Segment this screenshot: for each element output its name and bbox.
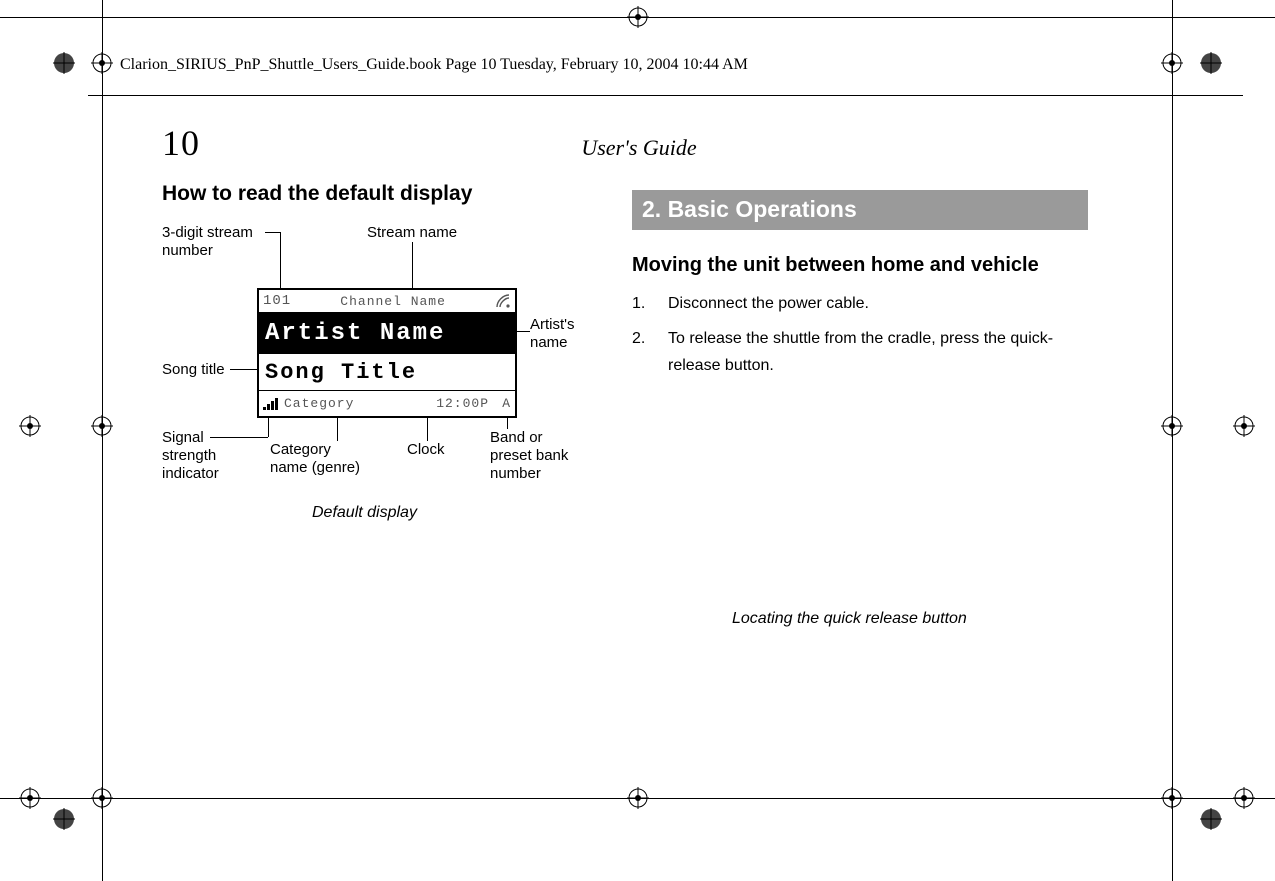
callout-stream-name: Stream name <box>367 224 457 242</box>
registration-disc-icon <box>53 52 75 74</box>
lcd-song: Song Title <box>265 360 417 385</box>
callout-category: Category name (genre) <box>270 441 370 477</box>
registration-crosshair-icon <box>1161 415 1183 437</box>
leader-line <box>210 437 268 438</box>
registration-crosshair-icon <box>1161 787 1183 809</box>
callout-band: Band or preset bank number <box>490 429 575 483</box>
default-display-heading: How to read the default display <box>162 182 592 206</box>
registration-crosshair-icon <box>627 787 649 809</box>
leader-line <box>412 242 413 292</box>
callout-stream-number: 3-digit stream number <box>162 224 267 260</box>
registration-crosshair-icon <box>19 787 41 809</box>
guide-title: User's Guide <box>190 135 1088 161</box>
leader-line <box>265 232 280 233</box>
step-item: To release the shuttle from the cradle, … <box>632 325 1088 379</box>
lcd-screen: 101 Channel Name Artist Name <box>257 288 517 418</box>
lcd-top-row: 101 Channel Name <box>259 290 515 312</box>
default-display-diagram: 3-digit stream number Stream name Artist… <box>162 216 592 536</box>
leader-line <box>280 232 281 292</box>
subheading-moving-unit: Moving the unit between home and vehicle <box>632 252 1088 278</box>
quick-release-caption: Locating the quick release button <box>732 610 1088 628</box>
registration-crosshair-icon <box>91 787 113 809</box>
content-area: 10 User's Guide How to read the default … <box>162 122 1088 628</box>
registration-crosshair-icon <box>1233 787 1255 809</box>
book-header: Clarion_SIRIUS_PnP_Shuttle_Users_Guide.b… <box>120 56 748 74</box>
left-column: How to read the default display 3-digit … <box>162 182 592 628</box>
satellite-icon <box>495 293 511 309</box>
right-column: 2. Basic Operations Moving the unit betw… <box>632 182 1088 628</box>
crop-line-right <box>1172 0 1173 881</box>
registration-crosshair-icon <box>91 415 113 437</box>
header-separator <box>88 95 1243 96</box>
crop-line-left <box>102 0 103 881</box>
lcd-band: A <box>495 396 511 411</box>
section-bar-basic-operations: 2. Basic Operations <box>632 190 1088 230</box>
page: Clarion_SIRIUS_PnP_Shuttle_Users_Guide.b… <box>0 0 1275 881</box>
lcd-channel-name: Channel Name <box>297 294 489 309</box>
registration-crosshair-icon <box>1233 415 1255 437</box>
lcd-bottom-row: Category 12:00P A <box>259 390 515 416</box>
registration-crosshair-icon <box>19 415 41 437</box>
registration-disc-icon <box>1200 52 1222 74</box>
leader-line <box>517 331 530 332</box>
signal-bars-icon <box>263 398 278 410</box>
registration-disc-icon <box>1200 808 1222 830</box>
registration-crosshair-icon <box>91 52 113 74</box>
lcd-artist-row: Artist Name <box>259 312 515 354</box>
step-item: Disconnect the power cable. <box>632 290 1088 317</box>
leader-line <box>230 369 257 370</box>
lcd-song-row: Song Title <box>259 354 515 390</box>
registration-crosshair-icon <box>627 6 649 28</box>
steps-list: Disconnect the power cable. To release t… <box>632 290 1088 380</box>
callout-artist-name: Artist's name <box>530 316 590 352</box>
callout-clock: Clock <box>407 441 445 459</box>
callout-song-title: Song title <box>162 361 225 379</box>
lcd-artist: Artist Name <box>265 320 445 347</box>
registration-disc-icon <box>53 808 75 830</box>
registration-crosshair-icon <box>1161 52 1183 74</box>
lcd-category: Category <box>284 396 430 411</box>
default-display-caption: Default display <box>312 504 417 522</box>
page-header: 10 User's Guide <box>162 122 1088 164</box>
lcd-clock: 12:00P <box>436 396 489 411</box>
lcd-channel-number: 101 <box>263 293 291 309</box>
